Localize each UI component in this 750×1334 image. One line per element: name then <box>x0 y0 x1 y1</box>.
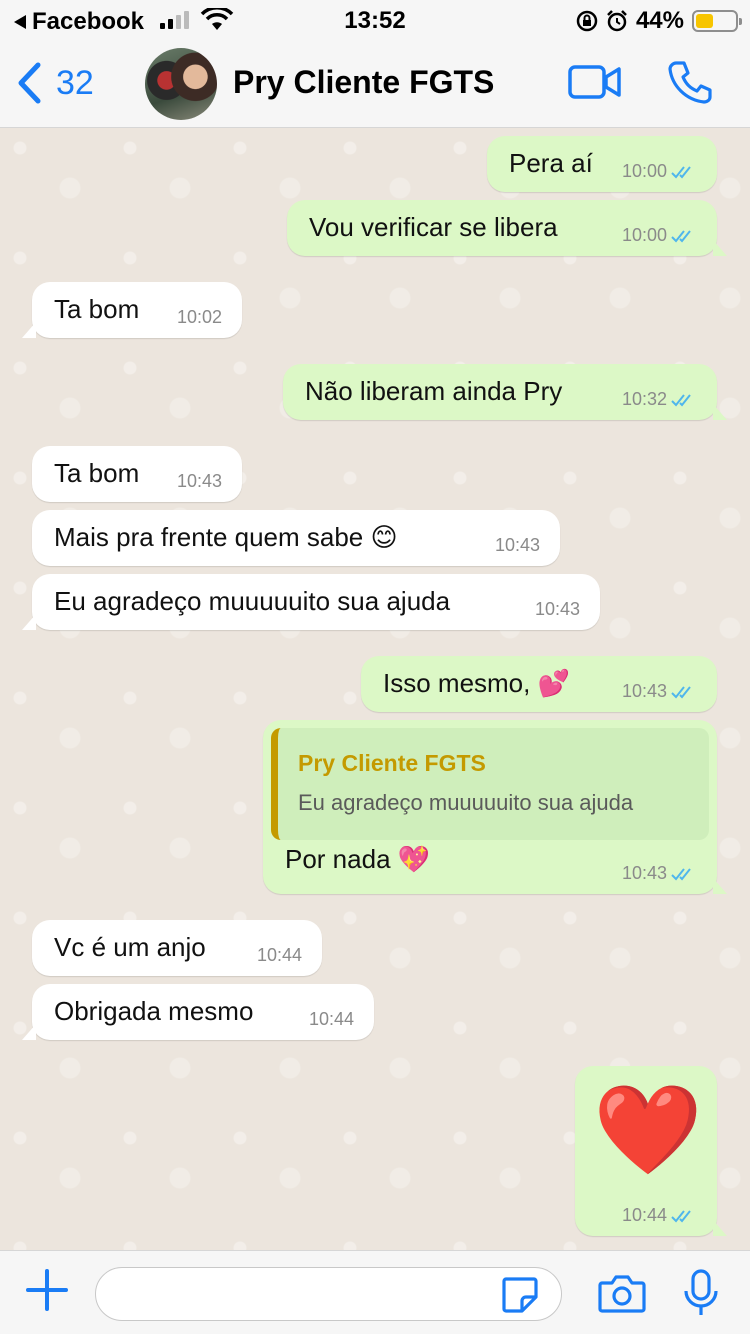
message-bubble-outgoing-emoji[interactable]: ❤️ 10:44 <box>575 1066 727 1236</box>
message-text: Mais pra frente quem sabe 😊 <box>54 522 398 552</box>
heart-emoji: ❤️ <box>593 1080 703 1179</box>
message-bubble-outgoing[interactable]: Vou verificar se libera 10:00 <box>287 200 727 256</box>
message-time: 10:43 <box>176 471 222 491</box>
message-bubble-incoming[interactable]: Vc é um anjo 10:44 <box>32 920 322 976</box>
contact-name[interactable]: Pry Cliente FGTS <box>233 64 494 101</box>
message-time: 10:43 <box>621 863 667 883</box>
quoted-message[interactable]: Pry Cliente FGTS Eu agradeço muuuuuito s… <box>271 728 709 840</box>
message-text: Não liberam ainda Pry <box>305 376 563 406</box>
battery-fill <box>696 14 713 28</box>
alarm-icon <box>607 10 627 32</box>
double-check-read-icon <box>671 165 691 178</box>
double-check-read-icon <box>671 867 691 880</box>
message-text: Eu agradeço muuuuuito sua ajuda <box>54 586 451 616</box>
double-check-read-icon <box>671 229 691 242</box>
double-check-read-icon <box>671 685 691 698</box>
message-list[interactable]: Pera aí 10:00 Vou verificar se libera 10… <box>0 128 750 1250</box>
message-time: 10:44 <box>308 1009 354 1029</box>
message-bubble-incoming[interactable]: Ta bom 10:02 <box>22 282 242 338</box>
status-bar: Facebook 13:52 44% <box>0 0 750 40</box>
message-time: 10:43 <box>534 599 580 619</box>
message-bubble-outgoing[interactable]: Não liberam ainda Pry 10:32 <box>283 364 727 420</box>
message-text: Ta bom <box>54 458 140 488</box>
battery-icon <box>692 10 742 32</box>
message-input[interactable] <box>95 1267 562 1321</box>
message-bubble-outgoing[interactable]: Isso mesmo, 💕 10:43 <box>361 656 717 712</box>
message-time: 10:02 <box>176 307 222 327</box>
message-time: 10:44 <box>621 1205 667 1225</box>
message-text: Vc é um anjo <box>54 932 206 962</box>
composer-bar <box>0 1250 750 1334</box>
message-bubble-incoming[interactable]: Obrigada mesmo 10:44 <box>22 984 374 1040</box>
message-bubble-outgoing-reply[interactable]: Pry Cliente FGTS Eu agradeço muuuuuito s… <box>263 720 727 894</box>
quoted-sender: Pry Cliente FGTS <box>298 750 486 776</box>
camera-icon[interactable] <box>598 1273 646 1313</box>
avatar[interactable] <box>145 48 217 120</box>
message-text: Pera aí <box>509 148 593 178</box>
message-text: Ta bom <box>54 294 140 324</box>
unread-count: 32 <box>56 63 94 102</box>
quoted-text: Eu agradeço muuuuuito sua ajuda <box>298 790 634 815</box>
message-time: 10:43 <box>494 535 540 555</box>
battery-percent: 44% <box>635 7 684 34</box>
chevron-left-icon <box>18 62 41 104</box>
message-bubble-incoming[interactable]: Eu agradeço muuuuuito sua ajuda 10:43 <box>22 574 600 630</box>
chat-header: 32 Pry Cliente FGTS <box>0 40 750 128</box>
message-time: 10:44 <box>256 945 302 965</box>
message-text: Isso mesmo, 💕 <box>383 668 570 698</box>
message-bubble-outgoing[interactable]: Pera aí 10:00 <box>487 136 717 192</box>
message-bubble-incoming[interactable]: Mais pra frente quem sabe 😊 10:43 <box>32 510 560 566</box>
double-check-read-icon <box>671 393 691 406</box>
orientation-lock-icon <box>576 10 598 32</box>
plus-icon[interactable] <box>24 1267 70 1313</box>
message-text: Obrigada mesmo <box>54 996 254 1026</box>
message-text: Por nada 💖 <box>285 844 431 874</box>
double-check-read-icon <box>671 1209 691 1222</box>
message-text: Vou verificar se libera <box>309 212 558 242</box>
message-time: 10:00 <box>621 225 667 245</box>
phone-icon[interactable] <box>668 60 712 104</box>
message-time: 10:00 <box>621 161 667 181</box>
message-time: 10:32 <box>621 389 667 409</box>
video-camera-icon[interactable] <box>568 64 622 100</box>
message-time: 10:43 <box>621 681 667 701</box>
back-button[interactable]: 32 <box>16 62 94 104</box>
sticker-icon[interactable] <box>500 1275 540 1315</box>
microphone-icon[interactable] <box>683 1269 719 1317</box>
message-bubble-incoming[interactable]: Ta bom 10:43 <box>32 446 242 502</box>
